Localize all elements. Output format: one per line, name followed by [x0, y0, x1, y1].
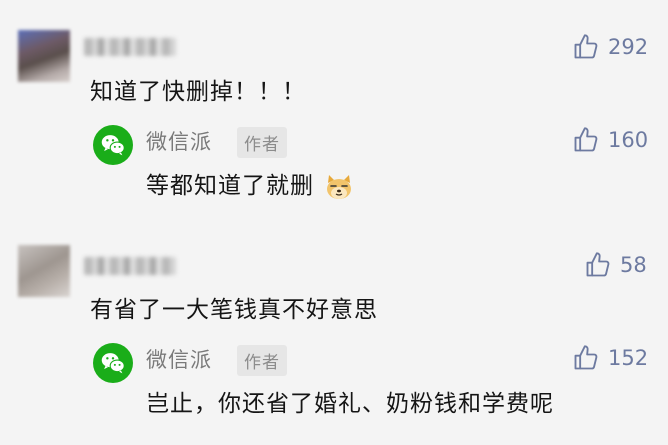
- wechat-logo-icon[interactable]: [93, 343, 133, 383]
- like-button[interactable]: 152: [572, 343, 648, 373]
- comment-text: 有省了一大笔钱真不好意思: [90, 297, 378, 323]
- comment-2: 58 有省了一大笔钱真不好意思 微信派 作者 152 岂止，你还省了婚礼、奶粉钱…: [0, 0, 668, 445]
- reply-text: 岂止，你还省了婚礼、奶粉钱和学费呢: [146, 391, 554, 417]
- like-button[interactable]: 58: [584, 250, 647, 280]
- author-name[interactable]: 微信派: [146, 344, 212, 374]
- like-count: 58: [620, 253, 647, 277]
- author-badge: 作者: [237, 345, 287, 376]
- avatar[interactable]: [18, 245, 70, 297]
- username-blurred[interactable]: [84, 257, 176, 275]
- thumbs-up-icon: [574, 345, 598, 370]
- like-count: 152: [608, 346, 649, 370]
- thumbs-up-icon: [586, 252, 610, 277]
